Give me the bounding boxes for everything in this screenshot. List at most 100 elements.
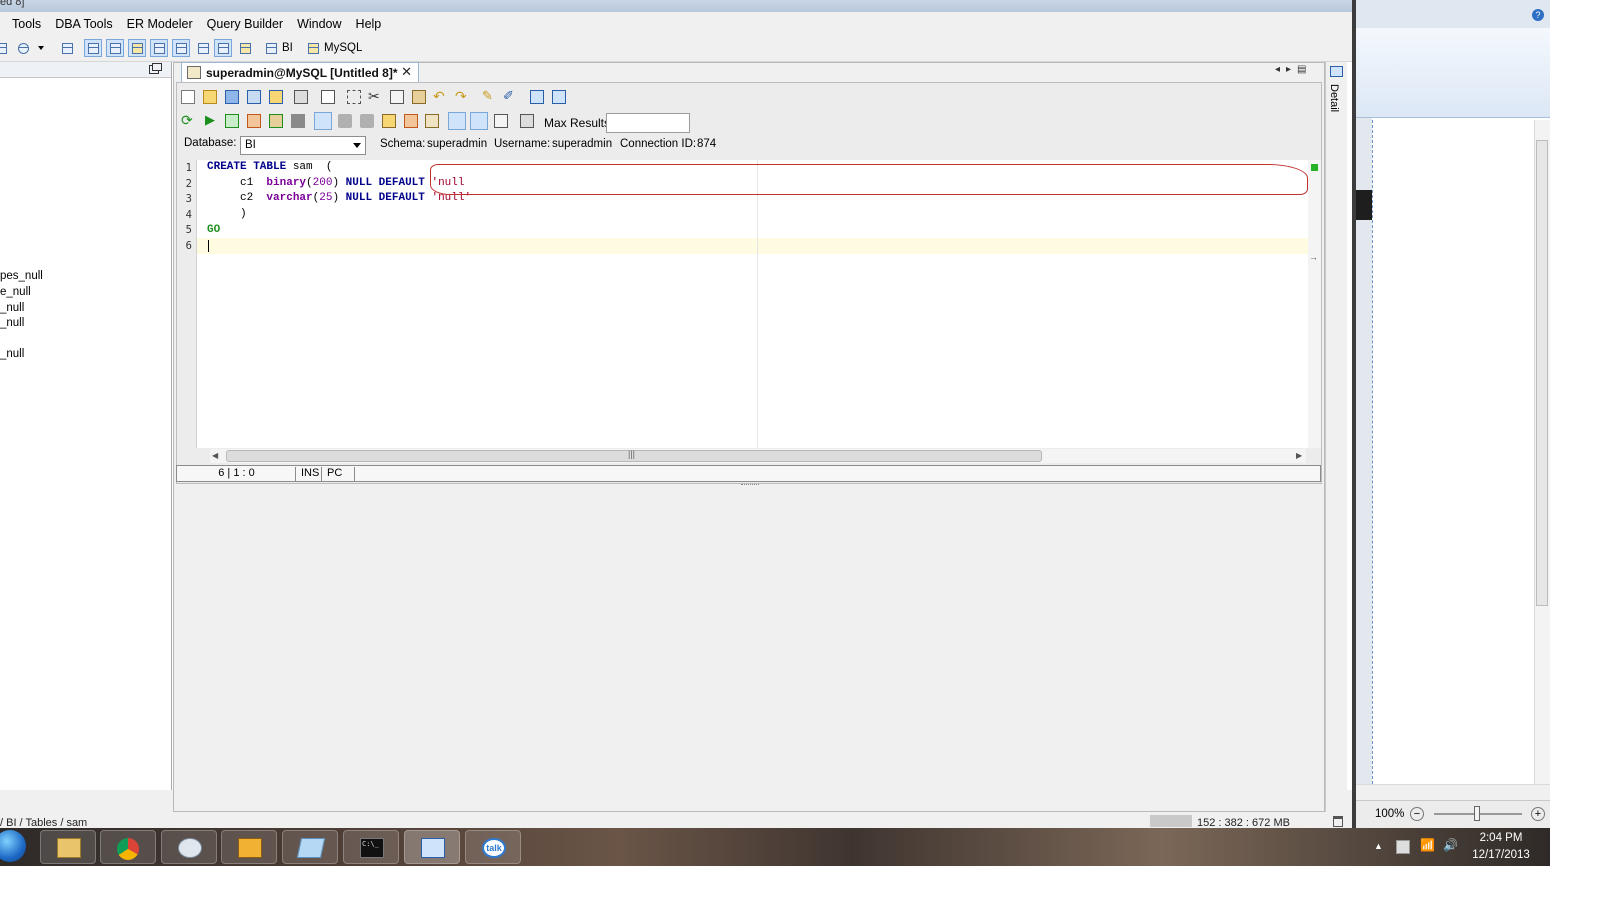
background-window-titlebar — [1356, 0, 1550, 28]
toolbar-mysql-icon[interactable] — [304, 39, 322, 57]
open-folder-icon[interactable] — [203, 90, 217, 104]
history-icon[interactable] — [382, 114, 396, 128]
commit-icon[interactable] — [338, 114, 352, 128]
scrollbar-thumb[interactable] — [1536, 140, 1548, 606]
restore-icon[interactable] — [149, 63, 162, 74]
tree-item[interactable]: pes_null — [0, 270, 43, 282]
clear-results-icon[interactable] — [520, 114, 534, 128]
bookmark-icon[interactable] — [404, 114, 418, 128]
tree-item[interactable]: _null — [0, 317, 24, 329]
scroll-left-icon[interactable]: ◀ — [212, 451, 218, 460]
max-results-input[interactable] — [606, 113, 690, 133]
dropdown-arrow-icon[interactable] — [38, 46, 44, 50]
current-line-highlight — [197, 238, 1308, 254]
toolbar-cut-off-icon[interactable] — [0, 39, 10, 57]
lowercase-icon[interactable] — [552, 90, 566, 104]
tab-untitled-8[interactable]: superadmin@MySQL [Untitled 8]* ✕ — [181, 62, 419, 82]
toolbar-layout-4-icon[interactable] — [150, 39, 168, 57]
cut-icon[interactable]: ✂ — [368, 88, 380, 105]
explain-icon[interactable] — [247, 114, 261, 128]
menu-window[interactable]: Window — [290, 17, 348, 31]
menu-tools[interactable]: Tools — [5, 17, 48, 31]
line-number: 1 — [185, 162, 192, 174]
format-icon[interactable]: ✎ — [482, 88, 493, 104]
toolbar-layout-6-icon[interactable] — [194, 39, 212, 57]
horizontal-scrollbar[interactable] — [1356, 784, 1550, 800]
export-icon[interactable] — [425, 114, 439, 128]
menu-help[interactable]: Help — [349, 17, 389, 31]
toolbar-layout-2-icon[interactable] — [106, 39, 124, 57]
close-icon[interactable]: ✕ — [401, 64, 412, 80]
scroll-right-icon[interactable]: ▶ — [1296, 451, 1302, 460]
taskbar-chrome[interactable] — [100, 830, 156, 864]
tree-item[interactable]: _null — [0, 348, 24, 360]
toolbar-db-icon[interactable] — [14, 39, 32, 57]
action-center-flag-icon[interactable] — [1396, 840, 1410, 854]
detail-tab[interactable]: Detail — [1328, 84, 1340, 112]
show-hidden-icons-icon[interactable]: ▲ — [1374, 841, 1383, 851]
help-icon[interactable]: ? — [1532, 9, 1544, 21]
print-icon[interactable] — [294, 90, 308, 104]
splitter-handle[interactable] — [741, 484, 759, 487]
toolbar-layout-5-icon[interactable] — [172, 39, 190, 57]
save-icon[interactable] — [225, 90, 239, 104]
chevron-down-icon — [353, 143, 361, 148]
tree-item[interactable]: e_null — [0, 286, 31, 298]
clock-time[interactable]: 2:04 PM — [1466, 832, 1536, 844]
object-explorer-panel: pes_null e_null _null _null _null — [0, 62, 172, 790]
execute-current-icon[interactable] — [225, 114, 239, 128]
toolbar-mysql-label[interactable]: MySQL — [324, 42, 362, 54]
taskbar-puzzle-app[interactable] — [221, 830, 277, 864]
window-titlebar: ed 8] — [0, 0, 1352, 12]
auto-commit-icon[interactable] — [314, 112, 332, 130]
tab-navigation-icons[interactable]: ◂▸▤ — [1275, 64, 1313, 75]
zoom-slider-thumb[interactable] — [1474, 806, 1480, 821]
results-grid-icon[interactable] — [448, 112, 466, 130]
arrow-marker-icon: → — [1309, 252, 1318, 262]
zoom-out-icon[interactable]: − — [1410, 807, 1424, 821]
toolbar-bi-icon[interactable] — [262, 39, 280, 57]
execute-all-icon[interactable]: ⟳ — [181, 112, 193, 129]
volume-icon[interactable]: 🔊 — [1443, 838, 1458, 852]
results-text-icon[interactable] — [470, 112, 488, 130]
paste-icon[interactable] — [412, 90, 426, 104]
preview-icon[interactable] — [321, 90, 335, 104]
undo-icon[interactable]: ↶ — [433, 88, 445, 105]
zoom-in-icon[interactable]: + — [1531, 807, 1545, 821]
save-as-icon[interactable] — [247, 90, 261, 104]
auto-format-icon[interactable]: ✐ — [503, 88, 514, 104]
execute-icon[interactable]: ▶ — [205, 112, 215, 128]
chrome-icon — [117, 838, 139, 860]
toolbar-layout-1-icon[interactable] — [84, 39, 102, 57]
menu-dba-tools[interactable]: DBA Tools — [48, 17, 119, 31]
new-file-icon[interactable] — [181, 90, 195, 104]
toolbar-grid-icon[interactable] — [58, 39, 76, 57]
clock-date[interactable]: 12/17/2013 — [1466, 849, 1536, 861]
select-all-icon[interactable] — [347, 90, 361, 104]
menu-query-builder[interactable]: Query Builder — [200, 17, 290, 31]
tree-item[interactable]: _null — [0, 302, 24, 314]
results-options-icon[interactable] — [494, 114, 508, 128]
database-select[interactable]: BI — [240, 136, 366, 155]
save-all-icon[interactable] — [269, 90, 283, 104]
stop-icon[interactable] — [291, 114, 305, 128]
toolbar-layout-8-icon[interactable] — [236, 39, 254, 57]
menu-er-modeler[interactable]: ER Modeler — [120, 17, 200, 31]
uppercase-icon[interactable] — [530, 90, 544, 104]
rollback-icon[interactable] — [360, 114, 374, 128]
taskbar-explorer[interactable] — [40, 830, 96, 864]
execute-to-file-icon[interactable] — [269, 114, 283, 128]
trash-icon[interactable] — [1333, 816, 1343, 827]
copy-icon[interactable] — [390, 90, 404, 104]
toolbar-bi-label[interactable]: BI — [282, 42, 293, 54]
detail-panel-icon[interactable] — [1330, 66, 1343, 77]
taskbar-google-talk[interactable]: talk — [465, 830, 521, 864]
toolbar-layout-3-icon[interactable] — [128, 39, 146, 57]
taskbar-paint[interactable] — [161, 830, 217, 864]
redo-icon[interactable]: ↷ — [455, 88, 467, 105]
network-icon[interactable]: 📶 — [1420, 838, 1435, 852]
taskbar-command-prompt[interactable]: C:\_ — [343, 830, 399, 864]
toolbar-layout-7-icon[interactable] — [214, 39, 232, 57]
taskbar-notepad-app[interactable] — [282, 830, 338, 864]
taskbar-database-app[interactable] — [404, 830, 460, 864]
